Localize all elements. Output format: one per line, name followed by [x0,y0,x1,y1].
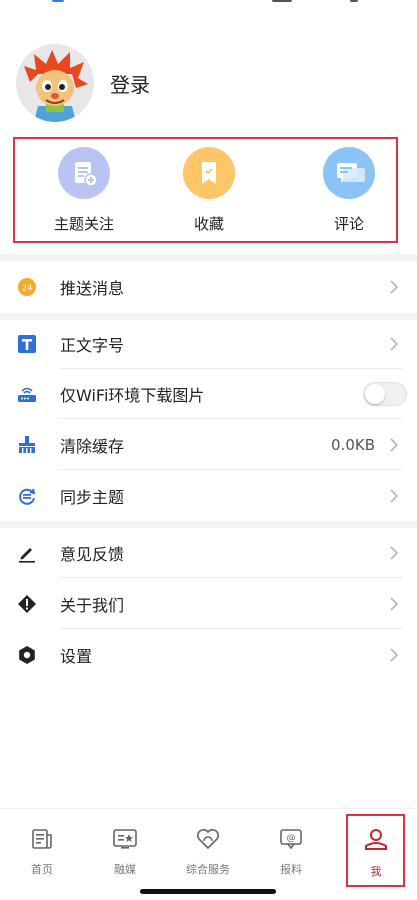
tab-services-label: 综合服务 [186,863,230,876]
home-indicator [140,889,276,894]
tab-home-label: 首页 [31,863,53,876]
pen-icon [16,542,38,564]
broom-icon [16,434,38,456]
tab-report-label: 报料 [280,863,302,876]
chevron-right-icon [390,438,399,452]
chevron-right-icon [390,597,399,611]
menu-item-push[interactable]: 24 推送消息 [0,262,417,312]
sync-icon [16,485,38,507]
avatar[interactable] [16,44,94,122]
login-label[interactable]: 登录 [110,69,150,98]
push-label: 推送消息 [60,279,125,298]
status-fragment [350,0,358,2]
status-bar [0,0,417,12]
toggle-knob [365,384,385,404]
chevron-right-icon [390,337,399,351]
topic-follow-button[interactable]: 主题关注 [29,147,139,234]
menu-item-wifi-only: 仅WiFi环境下载图片 [0,369,417,419]
chevron-right-icon [390,546,399,560]
bookmark-button[interactable]: 收藏 [154,147,264,234]
feedback-label: 意见反馈 [60,545,125,564]
info-diamond-icon [16,593,38,615]
quick-actions-panel: 主题关注 收藏 评论 [13,137,398,243]
row-divider [60,469,403,470]
row-divider [60,628,403,629]
row-divider [60,418,403,419]
tab-media-label: 融媒 [114,863,136,876]
tab-services[interactable]: 综合服务 [173,827,243,877]
wifi-only-toggle[interactable] [363,382,407,406]
tab-media[interactable]: 融媒 [90,827,160,877]
profile-header[interactable]: 登录 [16,44,150,122]
svg-text:@: @ [287,834,296,844]
sync-theme-label: 同步主题 [60,488,125,507]
comment-icon [323,147,375,199]
status-fragment [272,0,292,2]
menu-item-about[interactable]: 关于我们 [0,579,417,629]
font-size-icon [16,333,38,355]
gear-icon [16,644,38,666]
menu-item-feedback[interactable]: 意见反馈 [0,528,417,578]
menu-item-sync-theme[interactable]: 同步主题 [0,471,417,521]
clear-cache-label: 清除缓存 [60,437,125,456]
report-icon: @ [280,829,302,850]
menu-item-font-size[interactable]: 正文字号 [0,319,417,369]
service-heart-icon [197,829,219,850]
topic-follow-icon [58,147,110,199]
chevron-right-icon [390,648,399,662]
topic-follow-label: 主题关注 [53,215,114,233]
comment-label: 评论 [333,215,364,233]
cache-size-value: 0.0KB [331,436,375,454]
status-fragment [52,0,64,2]
router-icon [16,383,38,405]
push-badge-icon: 24 [16,276,38,298]
menu-item-settings[interactable]: 设置 [0,630,417,680]
bookmark-icon [183,147,235,199]
font-size-label: 正文字号 [60,336,125,355]
section-separator [0,521,417,528]
bookmark-label: 收藏 [193,215,224,233]
tab-report[interactable]: @ 报料 [256,827,326,877]
active-tab-highlight [346,814,405,887]
chevron-right-icon [390,489,399,503]
about-label: 关于我们 [60,596,125,615]
home-news-icon [32,829,52,849]
mascot-avatar-icon [16,44,94,122]
section-separator [0,254,417,261]
comment-button[interactable]: 评论 [294,147,404,234]
svg-text:24: 24 [22,284,32,293]
chevron-right-icon [390,280,399,294]
settings-label: 设置 [60,647,93,666]
wifi-only-label: 仅WiFi环境下载图片 [60,386,205,405]
tab-home[interactable]: 首页 [7,827,77,877]
media-icon [113,829,137,849]
menu-item-clear-cache[interactable]: 清除缓存 0.0KB [0,420,417,470]
row-divider [60,577,403,578]
